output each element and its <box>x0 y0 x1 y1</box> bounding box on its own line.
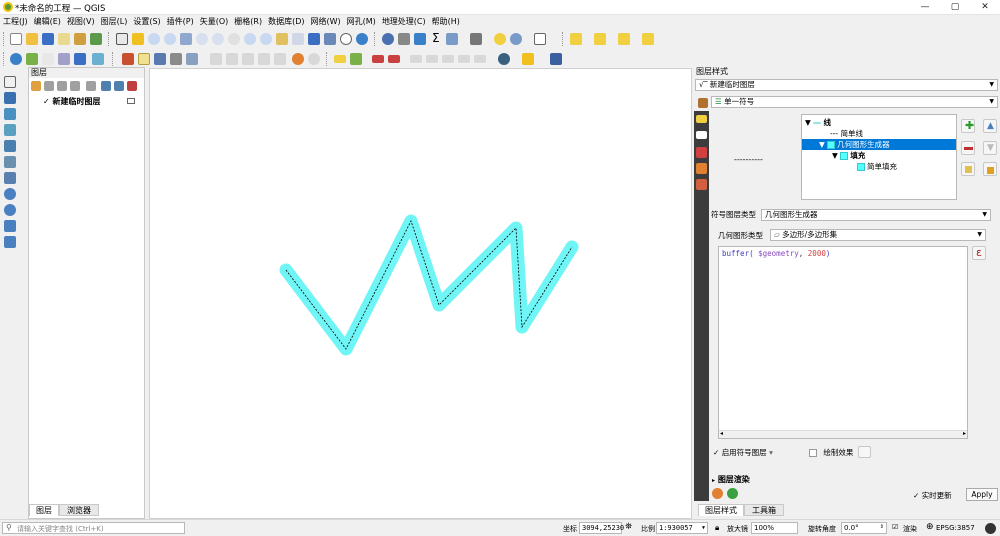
tree-node-simple-fill[interactable]: 简单填充 <box>857 161 897 172</box>
search-icon: ⚲ <box>6 523 12 532</box>
scale-label: 比例 <box>641 525 655 533</box>
lock-layer-button[interactable] <box>983 162 997 176</box>
layer-render-section[interactable]: ▸ 图层渲染 <box>712 474 750 485</box>
paint-brush-icon <box>698 98 708 108</box>
apply-button[interactable]: Apply <box>966 488 998 501</box>
render-checkbox[interactable]: ☑ <box>892 523 898 531</box>
tree-node-simple-line[interactable]: --- 简单线 <box>830 128 863 139</box>
rotation-label: 旋转角度 <box>808 525 836 533</box>
coordinate-field[interactable]: 3094,25230 <box>579 522 624 534</box>
rotation-field[interactable]: 0.0° ⇕ <box>841 522 887 534</box>
styling-panel: 图层样式 √‾ 新建临时图层 ▼ ☰ 单一符号 ▼ ---------- ▼ ― 线… <box>694 67 1000 519</box>
symbol-layer-type-value: 几何图形生成器 <box>765 210 818 219</box>
enable-symbol-layer-row[interactable]: ✓ 启用符号图层 ▾ <box>713 448 773 458</box>
enable-symbol-layer-label: 启用符号图层 <box>721 448 767 457</box>
magnifier-field[interactable]: 100% <box>751 522 798 534</box>
tree-node-geometry-generator[interactable]: ▼ 几何图形生成器 <box>802 139 956 150</box>
tree-node-fill[interactable]: ▼ 填充 <box>832 150 865 161</box>
symbol-layer-tree[interactable]: ▼ ― 线 --- 简单线 ▼ 几何图形生成器 ▼ 填充 简单填充 <box>801 114 957 200</box>
expression-builder-button[interactable]: ε <box>972 246 986 260</box>
geometry-type-selector[interactable]: ▱ 多边形/多边形集 ▼ <box>770 229 986 241</box>
buffer-polygon[interactable] <box>279 214 579 356</box>
symbol-layer-type-label: 符号图层类型 <box>711 210 756 219</box>
live-update-row[interactable]: ✓ 实时更新 <box>913 490 952 501</box>
crs-label[interactable]: EPSG:3857 <box>936 524 975 532</box>
geometry-type-label: 几何图形类型 <box>718 231 763 240</box>
lock-scale-icon[interactable]: 🔒︎ <box>715 523 719 533</box>
messages-icon[interactable] <box>985 523 996 534</box>
coordinate-toggle-icon[interactable]: ⛯ <box>625 522 632 532</box>
layer-render-label: 图层渲染 <box>717 475 750 484</box>
move-down-button[interactable]: ▼ <box>983 141 997 155</box>
expression-editor[interactable]: buffer( $geometry, 2000) ◂ ▸ <box>718 246 968 439</box>
scale-value: 1:930057 <box>659 524 693 532</box>
styling-panel-title: 图层样式 <box>694 67 1000 77</box>
masks-tab-icon[interactable] <box>696 163 707 174</box>
add-symbol-layer-button[interactable]: ✚ <box>961 119 975 133</box>
draw-effects-label: 绘制效果 <box>823 448 854 457</box>
renderer-selector-value: 单一符号 <box>724 97 755 106</box>
rotation-value: 0.0° <box>844 524 859 532</box>
live-update-checkbox[interactable]: ✓ <box>913 491 919 500</box>
scale-combo[interactable]: 1:930057 ▼ <box>656 522 708 534</box>
style-sidebar <box>694 111 709 501</box>
locator-search[interactable]: ⚲ 请输入关键字查找 (Ctrl+K) <box>2 522 185 534</box>
horizontal-scrollbar[interactable]: ◂ ▸ <box>719 430 967 438</box>
layer-selector-value: 新建临时图层 <box>709 80 755 89</box>
geometry-type-value: 多边形/多边形集 <box>782 230 838 239</box>
magnifier-label: 放大镜 <box>727 525 748 533</box>
symbol-preview: ---------- <box>734 155 763 164</box>
crs-globe-icon[interactable]: ⊕ <box>926 522 934 532</box>
undo-style-icon[interactable] <box>712 488 723 499</box>
draw-effects-checkbox[interactable] <box>809 449 817 457</box>
symbology-tab-icon[interactable] <box>696 115 707 123</box>
diagrams-tab-icon[interactable] <box>696 147 707 158</box>
tree-node-line[interactable]: ▼ ― 线 <box>805 117 831 128</box>
live-update-label: 实时更新 <box>921 491 952 500</box>
tab-layer-styling[interactable]: 图层样式 <box>698 504 744 516</box>
renderer-selector[interactable]: ☰ 单一符号 ▼ <box>711 96 998 108</box>
history-tab-icon[interactable] <box>696 179 707 190</box>
labels-tab-icon[interactable] <box>696 131 707 139</box>
tab-toolbox[interactable]: 工具箱 <box>744 504 784 516</box>
line-layer-icon: √‾ <box>699 80 710 89</box>
duplicate-layer-button[interactable] <box>961 162 975 176</box>
move-up-button[interactable]: ▲ <box>983 119 997 133</box>
search-input[interactable]: 请输入关键字查找 (Ctrl+K) <box>17 524 104 534</box>
symbol-layer-type-selector[interactable]: 几何图形生成器 ▼ <box>761 209 991 221</box>
enable-symbol-layer-checkbox[interactable]: ✓ <box>713 448 719 457</box>
status-bar: ⚲ 请输入关键字查找 (Ctrl+K) 坐标 3094,25230 ⛯ 比例 1… <box>0 519 1000 536</box>
layer-selector[interactable]: √‾ 新建临时图层 ▼ <box>695 79 998 91</box>
coordinate-label: 坐标 <box>563 525 577 533</box>
draw-effects-row[interactable]: 绘制效果 <box>809 448 853 458</box>
redo-style-icon[interactable] <box>727 488 738 499</box>
render-label: 渲染 <box>903 525 917 533</box>
effects-settings-button[interactable] <box>858 446 871 458</box>
remove-symbol-layer-button[interactable] <box>961 141 975 155</box>
